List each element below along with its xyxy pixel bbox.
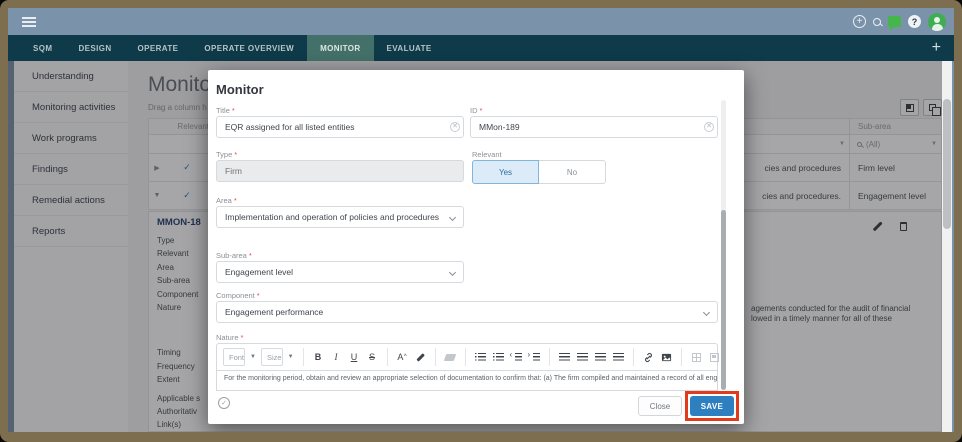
toolbar-separator: [303, 348, 304, 366]
font-select[interactable]: Font: [223, 348, 245, 366]
relevant-yes-button[interactable]: Yes: [472, 160, 539, 184]
font-color-icon[interactable]: [413, 349, 428, 365]
tab-design[interactable]: DESIGN: [65, 35, 124, 61]
clear-id-icon[interactable]: ✕: [704, 122, 714, 132]
area-label: Area*: [216, 196, 237, 205]
image-icon[interactable]: [659, 349, 674, 365]
insert-object-icon: [707, 349, 722, 365]
link-icon[interactable]: [641, 349, 656, 365]
size-select[interactable]: Size: [261, 348, 283, 366]
align-left-icon[interactable]: [557, 349, 572, 365]
page-scrollbar[interactable]: [942, 61, 952, 432]
bold-icon[interactable]: B: [311, 349, 326, 365]
modal-title: Monitor: [216, 82, 264, 97]
toolbar-separator: [681, 348, 682, 366]
click-annotation-box: [685, 391, 739, 421]
nature-editor[interactable]: For the monitoring period, obtain and re…: [216, 371, 718, 391]
modal-scrollbar[interactable]: [721, 100, 726, 390]
user-avatar[interactable]: [928, 13, 946, 31]
modal-scrollbar-thumb[interactable]: [721, 210, 726, 390]
monitor-modal: Monitor Title* ✕ ID* ✕ Type* Relevant Ye…: [208, 70, 744, 424]
subarea-select[interactable]: Engagement level: [216, 261, 464, 283]
help-icon[interactable]: ?: [908, 15, 921, 28]
scrollbar-thumb[interactable]: [943, 99, 951, 229]
size-dropdown-icon[interactable]: ▼: [288, 354, 294, 360]
type-field: [216, 160, 464, 182]
title-field[interactable]: [216, 116, 464, 138]
editor-toolbar-icons: BIUS A^: [311, 348, 722, 366]
add-circle-icon[interactable]: +: [853, 15, 866, 28]
subarea-value: Engagement level: [225, 267, 293, 277]
toolbar-separator: [387, 348, 388, 366]
tab-monitor[interactable]: MONITOR: [307, 35, 373, 61]
align-right-icon[interactable]: [593, 349, 608, 365]
check-circle-icon[interactable]: ✓: [218, 397, 230, 409]
top-bar: + ?: [8, 8, 954, 35]
strikethrough-icon[interactable]: S: [365, 349, 380, 365]
toolbar-separator: [549, 348, 550, 366]
relevant-toggle: Yes No: [472, 160, 606, 184]
relevant-no-button[interactable]: No: [539, 160, 606, 184]
id-label: ID*: [470, 106, 482, 115]
font-dropdown-icon[interactable]: ▼: [250, 354, 256, 360]
superscript-icon[interactable]: A^: [395, 349, 410, 365]
chevron-down-icon: [449, 214, 456, 221]
component-select[interactable]: Engagement performance: [216, 301, 718, 323]
relevant-label: Relevant: [472, 150, 502, 159]
align-justify-icon[interactable]: [611, 349, 626, 365]
clear-title-icon[interactable]: ✕: [450, 122, 460, 132]
decrease-indent-icon[interactable]: [509, 349, 524, 365]
toolbar-separator: [435, 348, 436, 366]
tab-evaluate[interactable]: EVALUATE: [374, 35, 445, 61]
component-value: Engagement performance: [225, 307, 323, 317]
close-button[interactable]: Close: [638, 396, 682, 416]
area-value: Implementation and operation of policies…: [225, 212, 439, 222]
tab-operate-overview[interactable]: OPERATE OVERVIEW: [191, 35, 307, 61]
nature-label: Nature*: [216, 333, 243, 342]
chevron-down-icon: [449, 269, 456, 276]
increase-indent-icon[interactable]: [527, 349, 542, 365]
chat-icon[interactable]: [888, 16, 901, 27]
nav-bar: SQMDESIGNOPERATEOPERATE OVERVIEWMONITORE…: [8, 35, 954, 61]
add-tab-icon[interactable]: +: [932, 35, 941, 61]
hamburger-menu-icon[interactable]: [22, 17, 36, 27]
nav-tabs: SQMDESIGNOPERATEOPERATE OVERVIEWMONITORE…: [20, 35, 954, 61]
window-frame: + ? SQMDESIGNOPERATEOPERATE OVERVIEWMONI…: [0, 0, 962, 442]
id-field[interactable]: [470, 116, 718, 138]
clear-formatting-icon: [443, 349, 458, 365]
title-label: Title*: [216, 106, 235, 115]
underline-icon[interactable]: U: [347, 349, 362, 365]
editor-toolbar: Font ▼ Size ▼ BIUS A^: [216, 343, 718, 371]
app-window: + ? SQMDESIGNOPERATEOPERATE OVERVIEWMONI…: [8, 8, 954, 432]
component-label: Component*: [216, 291, 260, 300]
toolbar-separator: [633, 348, 634, 366]
align-center-icon[interactable]: [575, 349, 590, 365]
toolbar-separator: [465, 348, 466, 366]
chevron-down-icon: [703, 309, 710, 316]
tab-sqm[interactable]: SQM: [20, 35, 65, 61]
unordered-list-icon[interactable]: [473, 349, 488, 365]
tab-operate[interactable]: OPERATE: [125, 35, 192, 61]
subarea-label: Sub-area*: [216, 251, 252, 260]
italic-icon[interactable]: I: [329, 349, 344, 365]
ordered-list-icon[interactable]: [491, 349, 506, 365]
insert-table-icon: [689, 349, 704, 365]
type-label: Type*: [216, 150, 237, 159]
area-select[interactable]: Implementation and operation of policies…: [216, 206, 464, 228]
search-icon[interactable]: [873, 18, 881, 26]
